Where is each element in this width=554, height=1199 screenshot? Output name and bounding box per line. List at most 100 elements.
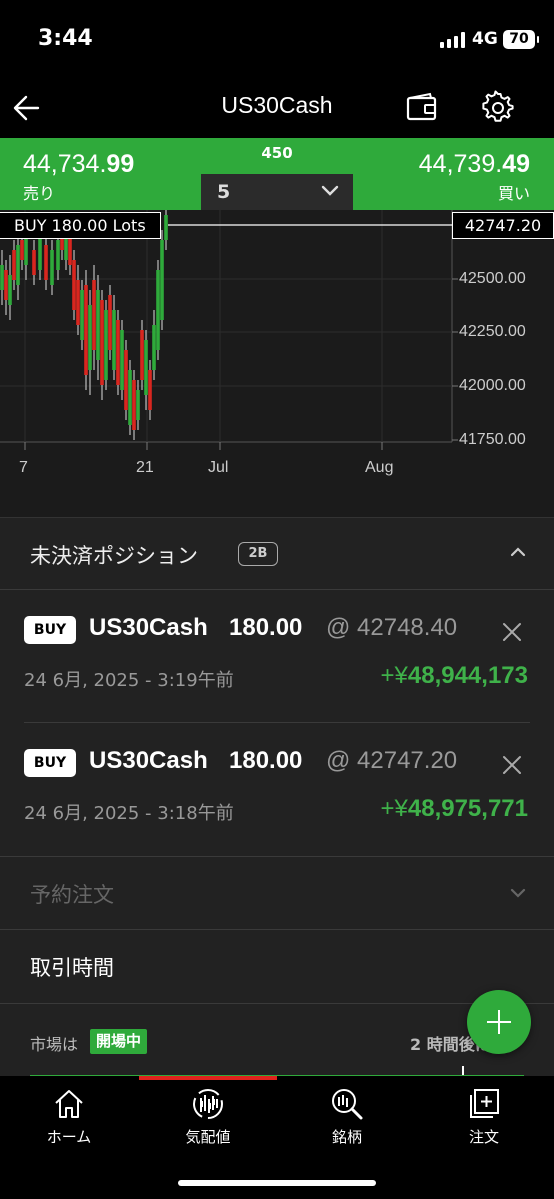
quotes-icon — [193, 1089, 223, 1119]
top-app-bar: US30Cash — [0, 80, 554, 138]
candle-body — [152, 325, 156, 370]
position-line-label: BUY 180.00 Lots — [0, 212, 161, 239]
network-type: 4G — [472, 29, 498, 49]
position-row[interactable]: BUY US30Cash 180.00 @ 42747.20 24 6月, 20… — [0, 723, 554, 856]
y-tick-label: 42000.00 — [459, 377, 526, 394]
position-volume: 180.00 — [229, 747, 303, 774]
nav-quotes-label: 気配値 — [185, 1128, 231, 1146]
lot-size-select[interactable]: 5 — [201, 174, 353, 210]
position-symbol: US30Cash — [89, 614, 208, 641]
candle-body — [76, 280, 80, 325]
order-icon — [470, 1089, 499, 1118]
nav-order[interactable]: 注文 — [434, 1086, 534, 1147]
candle-body — [32, 250, 36, 275]
price-chart[interactable]: BUY 180.00 Lots 42747.20 42500.00 42250.… — [0, 210, 554, 488]
candle-body — [72, 260, 76, 310]
y-tick-label: 42250.00 — [459, 323, 526, 340]
candle-body — [136, 390, 140, 420]
close-icon[interactable] — [500, 753, 524, 777]
side-badge: BUY — [24, 749, 76, 777]
candle-body — [140, 330, 144, 380]
chevron-up-icon[interactable] — [510, 546, 526, 558]
candle-body — [84, 285, 88, 375]
candle-body — [120, 330, 124, 390]
timeline-now-marker — [462, 1066, 464, 1075]
signal-icon — [440, 32, 465, 48]
price-bar: 44,734.99 売り 450 5 44,739.49 買い — [0, 138, 554, 210]
candle-body — [8, 275, 12, 305]
current-price-tag: 42747.20 — [452, 212, 554, 239]
candle-body — [148, 370, 152, 410]
candle-body — [96, 290, 100, 360]
trading-hours-header[interactable]: 取引時間 — [0, 930, 554, 1004]
positions-count-badge: 2B — [238, 542, 278, 566]
market-label: 市場は — [30, 1035, 79, 1054]
sell-label[interactable]: 売り — [23, 180, 55, 204]
buy-price-button[interactable]: 44,739.49 — [419, 150, 530, 179]
candle-body — [50, 250, 54, 285]
candle-body — [92, 280, 96, 350]
side-badge: BUY — [24, 616, 76, 644]
profit-prefix: +¥ — [380, 662, 408, 689]
position-open-time: 24 6月, 2025 - 3:19午前 — [24, 670, 234, 691]
x-tick-label: 7 — [19, 459, 28, 476]
candle-body — [128, 370, 132, 425]
candle-body — [144, 340, 148, 395]
candle-body — [100, 300, 104, 385]
position-open-price: @ 42747.20 — [326, 747, 458, 774]
page-title: US30Cash — [221, 92, 333, 118]
wallet-icon[interactable] — [404, 90, 440, 126]
home-indicator — [178, 1180, 376, 1186]
candle-body — [24, 235, 28, 265]
buy-price-pips: 49 — [502, 150, 530, 178]
open-positions-header[interactable]: 未決済ポジション 2B — [0, 518, 554, 590]
active-tab-indicator — [139, 1076, 277, 1080]
nav-order-label: 注文 — [468, 1128, 499, 1146]
pending-orders-title: 予約注文 — [30, 883, 114, 907]
candle-body — [112, 310, 116, 370]
candle-body — [80, 290, 84, 340]
chevron-down-icon — [321, 185, 339, 196]
candle-body — [160, 240, 164, 320]
candle-body — [124, 350, 128, 410]
home-icon — [55, 1090, 83, 1118]
status-bar: 3:44 4G 70 — [0, 0, 554, 80]
candle-body — [88, 305, 92, 370]
candle-body — [20, 240, 24, 260]
trading-hours-title: 取引時間 — [30, 956, 114, 980]
new-order-fab[interactable] — [467, 990, 531, 1054]
x-tick-label: Aug — [365, 459, 394, 476]
x-tick-label: Jul — [208, 459, 229, 476]
nav-quotes[interactable]: 気配値 — [158, 1086, 258, 1147]
open-positions-title: 未決済ポジション — [30, 544, 198, 568]
close-icon[interactable] — [500, 620, 524, 644]
profit-value: 48,944,173 — [407, 662, 528, 689]
pending-orders-header[interactable]: 予約注文 — [0, 856, 554, 930]
candle-body — [164, 215, 168, 240]
candle-body — [38, 238, 42, 270]
position-profit: +¥48,944,173 — [381, 662, 529, 690]
position-open-price: @ 42748.40 — [326, 614, 458, 641]
y-tick-label: 41750.00 — [459, 431, 526, 448]
gear-icon[interactable] — [480, 90, 516, 126]
nav-home-label: ホーム — [46, 1128, 92, 1146]
candle-body — [132, 380, 136, 430]
candle-body — [16, 245, 20, 285]
lot-size-value: 5 — [217, 181, 231, 203]
candle-body — [44, 245, 48, 280]
candle-body — [0, 265, 4, 290]
nav-symbols-label: 銘柄 — [331, 1128, 362, 1146]
nav-home[interactable]: ホーム — [19, 1086, 119, 1147]
candle-body — [108, 295, 112, 350]
candle-body — [156, 270, 160, 350]
symbols-search-icon — [332, 1089, 363, 1120]
candle-body — [116, 320, 120, 385]
position-row[interactable]: BUY US30Cash 180.00 @ 42748.40 24 6月, 20… — [0, 590, 554, 723]
position-volume: 180.00 — [229, 614, 303, 641]
battery-icon: 70 — [503, 30, 539, 49]
buy-label[interactable]: 買い — [498, 180, 530, 204]
chevron-down-icon[interactable] — [510, 887, 526, 899]
profit-prefix: +¥ — [380, 795, 408, 822]
candle-body — [56, 240, 60, 270]
nav-symbols[interactable]: 銘柄 — [297, 1086, 397, 1147]
